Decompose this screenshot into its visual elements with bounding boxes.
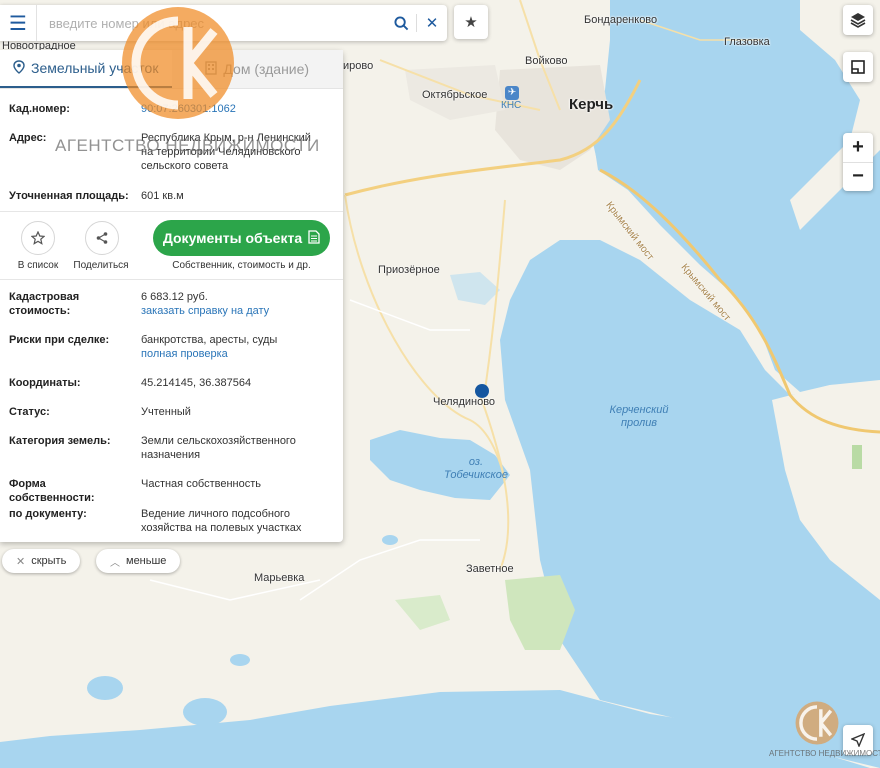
map-label-lake: оз. Тобечикское	[444, 456, 508, 481]
ruler-icon[interactable]	[843, 52, 873, 82]
share-icon	[96, 232, 108, 244]
zoom-in-button[interactable]: +	[843, 134, 873, 163]
order-certificate-link[interactable]: заказать справку на дату	[141, 305, 269, 317]
map-label-zavetnoe: Заветное	[466, 563, 514, 575]
zoom-control: + −	[843, 133, 873, 191]
add-to-list-button[interactable]	[21, 221, 55, 255]
tab-land-label: Земельный участок	[31, 60, 159, 76]
docs-caption: Собственник, стоимость и др.	[172, 260, 311, 271]
ownership-value: Частная собственность	[141, 478, 262, 490]
status-label: Статус:	[9, 406, 50, 418]
chevron-up-icon: ︿	[110, 557, 120, 569]
agency-watermark-small-text: АГЕНТСТВО НЕДВИЖИМОСТИ	[769, 749, 880, 758]
map-label-voikovo: Войково	[525, 55, 568, 67]
map-label-maryevka: Марьевка	[254, 572, 305, 584]
search-input[interactable]	[37, 5, 386, 41]
map-label-bondarenkovo: Бондаренково	[584, 14, 658, 26]
full-check-link[interactable]: полная проверка	[141, 348, 228, 360]
close-icon: ✕	[16, 555, 26, 568]
area-label: Уточненная площадь:	[9, 190, 129, 202]
status-value: Учтенный	[141, 406, 191, 418]
map-label-kerch: Керчь	[569, 96, 614, 113]
add-to-list-label: В список	[17, 260, 59, 271]
layers-icon[interactable]	[843, 5, 873, 35]
risks-value: банкротства, аресты, суды	[141, 334, 278, 346]
document-label: по документу:	[9, 508, 87, 520]
map-label-chelyadinovo: Челядиново	[433, 396, 496, 408]
object-documents-button[interactable]: Документы объекта	[153, 220, 330, 256]
map-label-oktyabrskoe: Октябрьское	[422, 89, 488, 101]
category-label: Категория земель:	[9, 435, 111, 447]
tab-house[interactable]: Дом (здание)	[171, 50, 343, 88]
less-label: меньше	[126, 555, 167, 567]
menu-icon[interactable]: ☰	[0, 5, 37, 41]
category-value: Земли сельскохозяйственного назначения	[141, 435, 296, 461]
airport-icon: ✈	[505, 86, 519, 100]
cad-number-label: Кад.номер:	[9, 103, 70, 115]
object-info-panel: Земельный участок Дом (здание) Кад.номер…	[0, 50, 343, 542]
cad-cost-value: 6 683.12 руб.	[141, 291, 208, 303]
map-label-kirovo: ирово	[343, 60, 374, 72]
zoom-out-button[interactable]: −	[843, 163, 873, 191]
tab-land-plot[interactable]: Земельный участок	[0, 50, 172, 88]
hide-label: скрыть	[31, 555, 67, 567]
clear-icon[interactable]: ✕	[417, 5, 447, 41]
search-bar: ☰ ✕	[0, 5, 447, 41]
cad-number-link[interactable]: 90:07:260301:1062	[141, 103, 236, 115]
coords-label: Координаты:	[9, 377, 81, 389]
share-button[interactable]	[85, 221, 119, 255]
favorites-star-icon[interactable]: ★	[454, 5, 488, 39]
document-icon	[308, 229, 320, 247]
map-label-priozernoe: Приозёрное	[378, 264, 440, 276]
share-label: Поделиться	[73, 260, 129, 271]
map-label-glazovka: Глазовка	[724, 36, 770, 48]
coords-value: 45.214145, 36.387564	[141, 377, 252, 389]
ownership-label: Форма собственности:	[9, 478, 95, 504]
document-value: Ведение личного подсобного хозяйства на …	[141, 508, 302, 534]
map-label-kns: КНС	[501, 100, 522, 111]
location-pin-icon	[13, 59, 25, 77]
hide-panel-button[interactable]: ✕ скрыть	[2, 549, 81, 573]
risks-label: Риски при сделке:	[9, 334, 110, 346]
agency-watermark-text: АГЕНТСТВО НЕДВИЖИМОСТИ	[55, 136, 320, 155]
collapse-panel-button[interactable]: ︿ меньше	[96, 549, 181, 573]
docs-button-label: Документы объекта	[162, 230, 303, 246]
area-value: 601 кв.м	[141, 190, 184, 202]
tab-house-label: Дом (здание)	[223, 61, 310, 77]
search-icon[interactable]	[386, 5, 416, 41]
map-label-strait: Керченский пролив	[609, 404, 669, 429]
building-icon	[205, 60, 218, 78]
star-outline-icon	[31, 231, 45, 245]
cad-cost-label: Кадастровая стоимость:	[9, 291, 80, 317]
